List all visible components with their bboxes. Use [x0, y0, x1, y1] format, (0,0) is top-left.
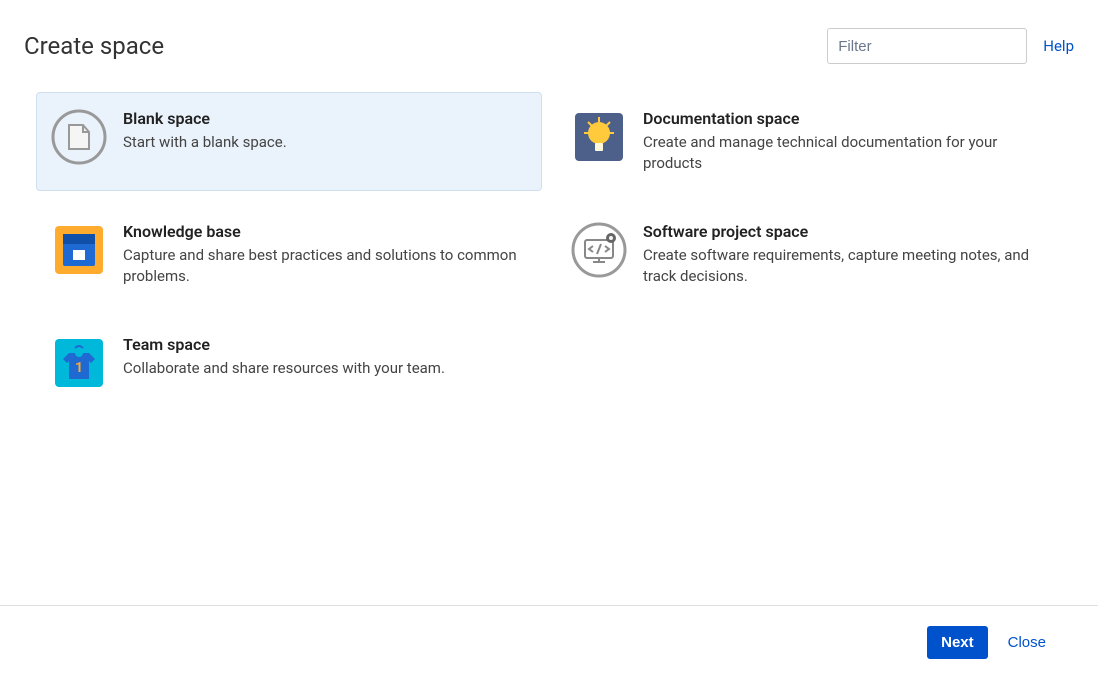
code-monitor-icon	[571, 222, 627, 278]
option-software-project-space[interactable]: Software project space Create software r…	[556, 205, 1062, 304]
page-title: Create space	[24, 32, 164, 60]
option-documentation-space[interactable]: Documentation space Create and manage te…	[556, 92, 1062, 191]
option-title: Blank space	[123, 109, 287, 128]
team-jersey-icon: 1	[51, 335, 107, 391]
option-blank-space[interactable]: Blank space Start with a blank space.	[36, 92, 542, 191]
close-button[interactable]: Close	[1002, 633, 1052, 652]
option-title: Software project space	[643, 222, 1047, 241]
svg-text:1: 1	[75, 360, 83, 376]
option-title: Team space	[123, 335, 445, 354]
lightbulb-icon	[571, 109, 627, 165]
blank-page-icon	[51, 109, 107, 165]
file-cabinet-icon	[51, 222, 107, 278]
option-desc: Create software requirements, capture me…	[643, 245, 1047, 287]
option-desc: Create and manage technical documentatio…	[643, 132, 1047, 174]
option-title: Knowledge base	[123, 222, 527, 241]
filter-input[interactable]	[827, 28, 1027, 64]
next-button[interactable]: Next	[927, 626, 988, 659]
option-desc: Collaborate and share resources with you…	[123, 358, 445, 379]
help-link[interactable]: Help	[1043, 37, 1074, 55]
option-title: Documentation space	[643, 109, 1047, 128]
option-knowledge-base[interactable]: Knowledge base Capture and share best pr…	[36, 205, 542, 304]
option-team-space[interactable]: 1 Team space Collaborate and share resou…	[36, 318, 542, 408]
option-desc: Start with a blank space.	[123, 132, 287, 153]
option-desc: Capture and share best practices and sol…	[123, 245, 527, 287]
